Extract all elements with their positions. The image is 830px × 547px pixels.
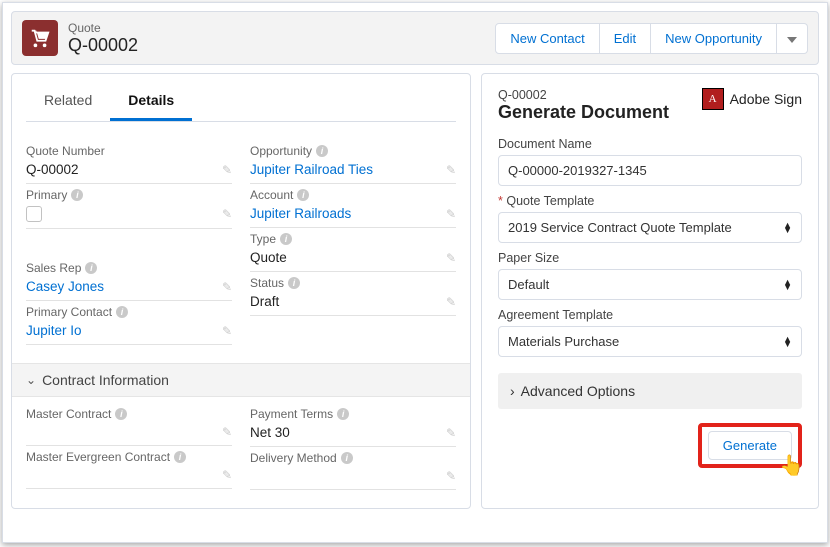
primary-contact-link[interactable]: Jupiter Io xyxy=(26,323,82,338)
delivery-method-label: Delivery Method xyxy=(250,451,337,465)
record-header: Quote Q-00002 New Contact Edit New Oppor… xyxy=(11,11,819,65)
type-value: Quote xyxy=(250,250,287,265)
info-icon xyxy=(85,262,97,274)
status-value: Draft xyxy=(250,294,279,309)
details-panel: Related Details Quote Number Q-00002 ✎ Pr… xyxy=(11,73,471,509)
info-icon xyxy=(297,189,309,201)
adobe-sign-badge: A Adobe Sign xyxy=(702,88,802,110)
chevron-right-icon: › xyxy=(510,383,515,399)
quote-number-label: Quote Number xyxy=(26,144,232,158)
type-label: Type xyxy=(250,232,276,246)
info-icon xyxy=(116,306,128,318)
edit-icon[interactable]: ✎ xyxy=(222,425,232,439)
opportunity-link[interactable]: Jupiter Railroad Ties xyxy=(250,162,373,177)
info-icon xyxy=(288,277,300,289)
edit-icon[interactable]: ✎ xyxy=(222,324,232,338)
adobe-sign-icon: A xyxy=(702,88,724,110)
record-name: Q-00002 xyxy=(68,35,138,56)
edit-icon[interactable]: ✎ xyxy=(222,207,232,221)
info-icon xyxy=(71,189,83,201)
info-icon xyxy=(316,145,328,157)
more-actions-button[interactable] xyxy=(777,23,808,54)
tab-details[interactable]: Details xyxy=(110,82,192,121)
info-icon xyxy=(115,408,127,420)
generate-record-ref: Q-00002 xyxy=(498,88,669,102)
edit-button[interactable]: Edit xyxy=(600,23,651,54)
info-icon xyxy=(337,408,349,420)
master-evergreen-label: Master Evergreen Contract xyxy=(26,450,170,464)
agreement-template-label: Agreement Template xyxy=(498,308,802,322)
header-actions: New Contact Edit New Opportunity xyxy=(495,23,808,54)
edit-icon[interactable]: ✎ xyxy=(446,251,456,265)
sales-rep-link[interactable]: Casey Jones xyxy=(26,279,104,294)
quote-number-value: Q-00002 xyxy=(26,162,79,177)
generate-title: Generate Document xyxy=(498,102,669,123)
select-arrows-icon: ▲▼ xyxy=(783,280,792,290)
sales-rep-label: Sales Rep xyxy=(26,261,81,275)
info-icon xyxy=(174,451,186,463)
edit-icon[interactable]: ✎ xyxy=(446,426,456,440)
document-name-input[interactable] xyxy=(498,155,802,186)
primary-checkbox[interactable] xyxy=(26,206,42,222)
edit-icon[interactable]: ✎ xyxy=(222,163,232,177)
master-contract-label: Master Contract xyxy=(26,407,111,421)
payment-terms-label: Payment Terms xyxy=(250,407,333,421)
paper-size-select[interactable]: Default ▲▼ xyxy=(498,269,802,300)
info-icon xyxy=(280,233,292,245)
account-link[interactable]: Jupiter Railroads xyxy=(250,206,351,221)
tab-related[interactable]: Related xyxy=(26,82,110,121)
edit-icon[interactable]: ✎ xyxy=(446,207,456,221)
generate-highlight: Generate 👆 xyxy=(698,423,802,468)
edit-icon[interactable]: ✎ xyxy=(222,280,232,294)
select-arrows-icon: ▲▼ xyxy=(783,337,792,347)
select-arrows-icon: ▲▼ xyxy=(783,223,792,233)
section-contract-information[interactable]: ⌄ Contract Information xyxy=(12,363,470,397)
paper-size-label: Paper Size xyxy=(498,251,802,265)
tabs: Related Details xyxy=(26,82,456,122)
edit-icon[interactable]: ✎ xyxy=(222,468,232,482)
chevron-down-icon xyxy=(787,37,797,43)
edit-icon[interactable]: ✎ xyxy=(446,163,456,177)
primary-label: Primary xyxy=(26,188,67,202)
payment-terms-value: Net 30 xyxy=(250,425,290,440)
primary-contact-label: Primary Contact xyxy=(26,305,112,319)
new-opportunity-button[interactable]: New Opportunity xyxy=(651,23,777,54)
advanced-options-toggle[interactable]: › Advanced Options xyxy=(498,373,802,409)
edit-icon[interactable]: ✎ xyxy=(446,295,456,309)
status-label: Status xyxy=(250,276,284,290)
quote-template-label: Quote Template xyxy=(498,194,802,208)
document-name-label: Document Name xyxy=(498,137,802,151)
chevron-down-icon: ⌄ xyxy=(26,373,36,387)
account-label: Account xyxy=(250,188,293,202)
generate-button[interactable]: Generate xyxy=(708,431,792,460)
info-icon xyxy=(341,452,353,464)
edit-icon[interactable]: ✎ xyxy=(446,469,456,483)
opportunity-label: Opportunity xyxy=(250,144,312,158)
generate-document-panel: Q-00002 Generate Document A Adobe Sign D… xyxy=(481,73,819,509)
new-contact-button[interactable]: New Contact xyxy=(495,23,599,54)
object-label: Quote xyxy=(68,21,138,35)
agreement-template-select[interactable]: Materials Purchase ▲▼ xyxy=(498,326,802,357)
quote-template-select[interactable]: 2019 Service Contract Quote Template ▲▼ xyxy=(498,212,802,243)
quote-icon xyxy=(22,20,58,56)
